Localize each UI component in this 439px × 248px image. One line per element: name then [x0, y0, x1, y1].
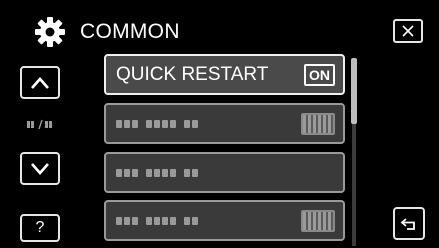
page-indicator-icon	[27, 119, 52, 130]
page-title: COMMON	[80, 20, 180, 43]
help-button[interactable]: ?	[20, 214, 60, 242]
scroll-down-button[interactable]	[20, 152, 60, 185]
scrollbar-thumb[interactable]	[351, 58, 357, 124]
scroll-up-button[interactable]	[20, 66, 60, 99]
back-arrow-icon	[400, 217, 415, 230]
menu-item-label: QUICK RESTART	[116, 63, 269, 85]
menu-item-label-placeholder	[116, 119, 301, 128]
menu-item-4[interactable]	[104, 200, 345, 241]
menu-item-label-placeholder	[116, 168, 335, 177]
menu-item-value-placeholder	[301, 209, 335, 232]
menu-item-quick-restart[interactable]: QUICK RESTART ON	[104, 54, 345, 95]
close-icon	[402, 25, 414, 37]
gear-icon	[35, 17, 65, 47]
close-button[interactable]	[393, 19, 423, 43]
menu-item-label-placeholder	[116, 216, 301, 225]
menu-item-value-placeholder	[301, 112, 335, 135]
menu-item-value: ON	[304, 63, 335, 86]
chevron-up-icon	[31, 76, 49, 89]
page-indicator	[20, 110, 60, 140]
help-label: ?	[35, 219, 45, 236]
menu-item-3[interactable]	[104, 152, 345, 193]
menu-item-2[interactable]	[104, 103, 345, 144]
chevron-down-icon	[31, 162, 49, 175]
back-button[interactable]	[393, 207, 425, 240]
